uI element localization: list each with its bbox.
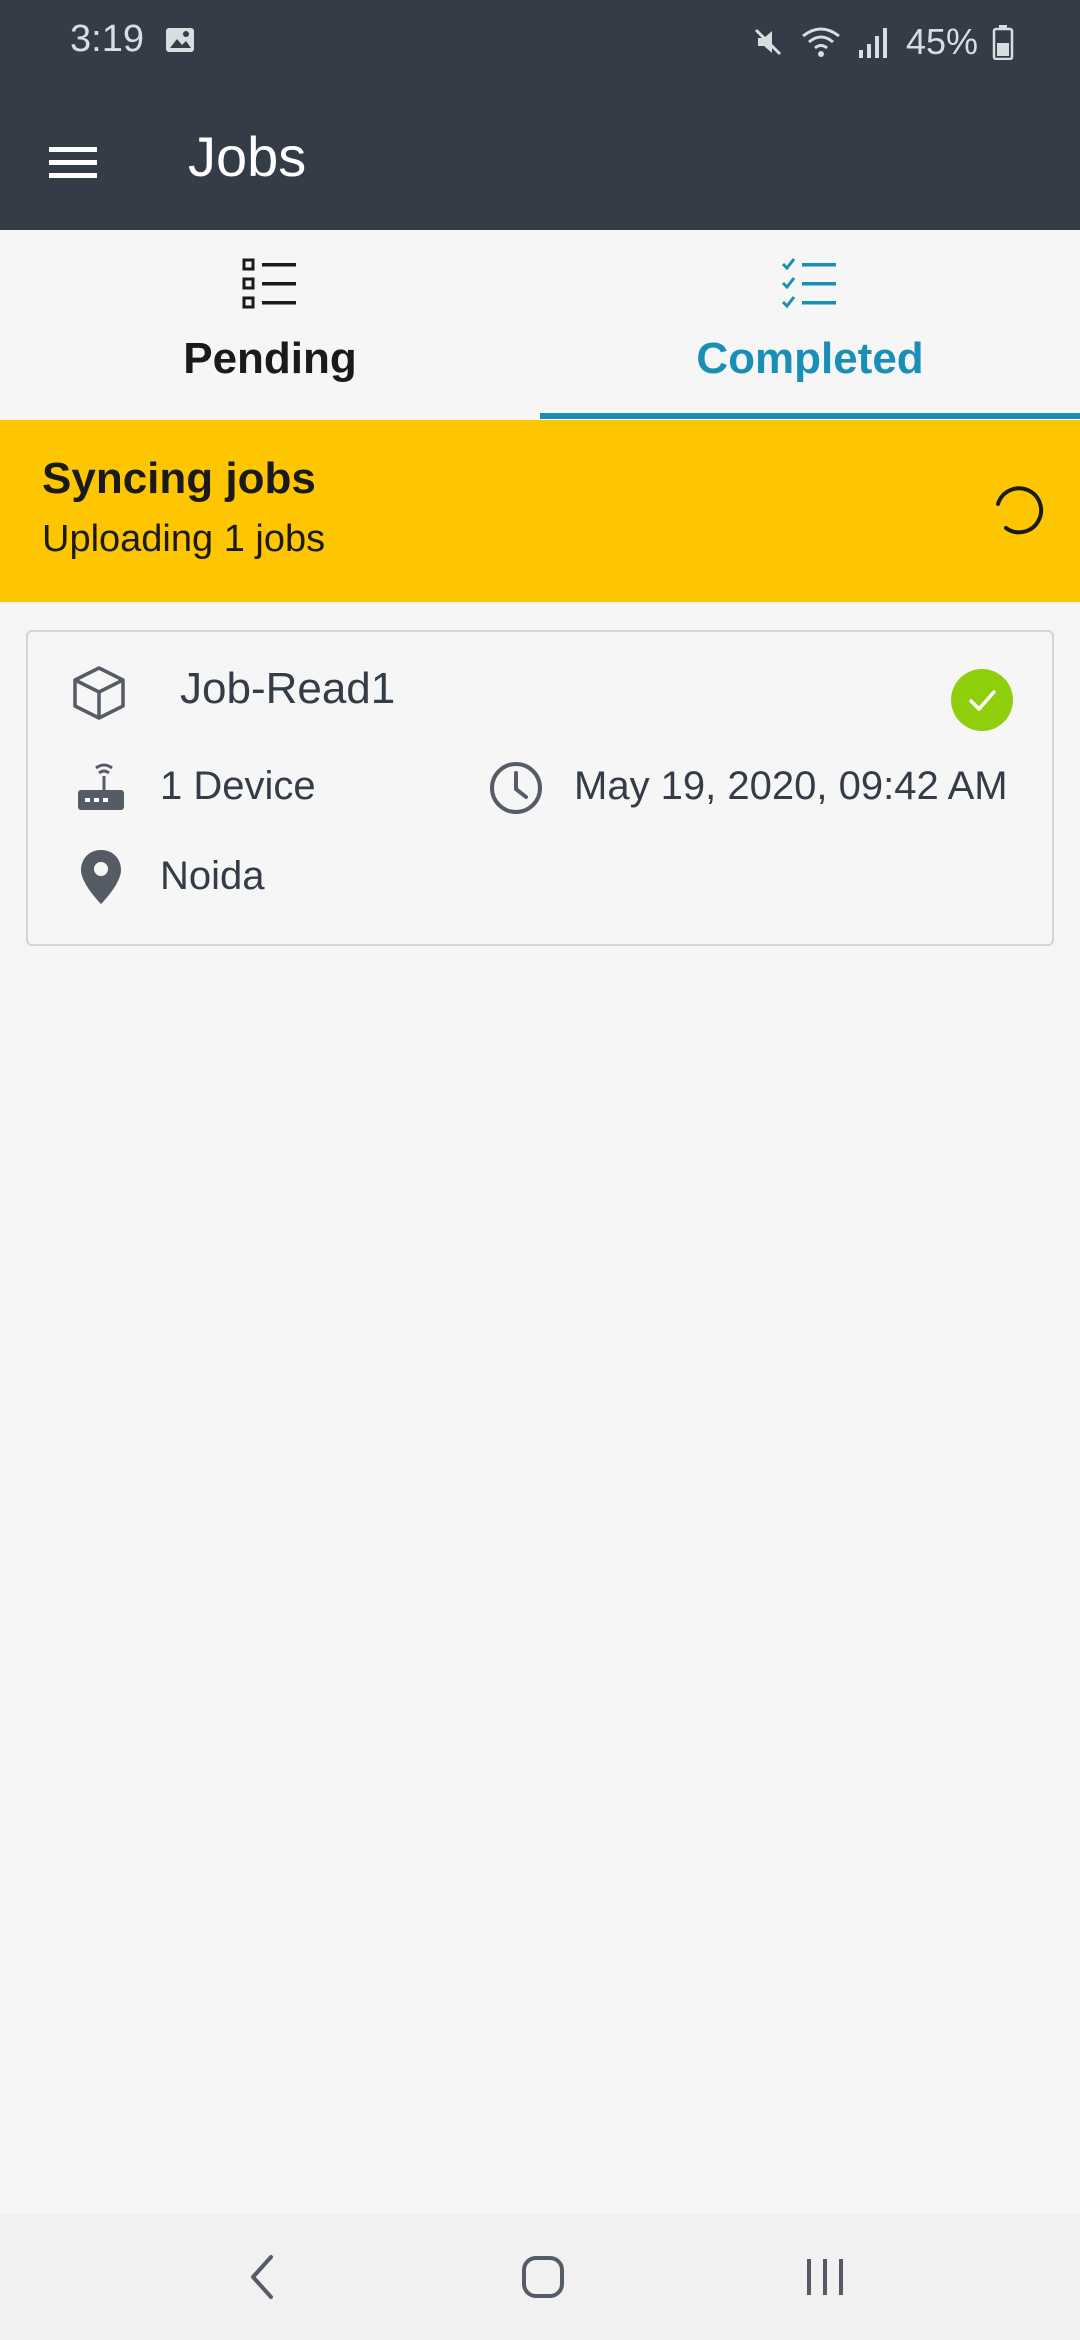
signal-icon: [858, 28, 887, 58]
tab-completed[interactable]: Completed: [540, 230, 1080, 420]
location-pin-icon: [81, 850, 121, 904]
job-datetime: May 19, 2020, 09:42 AM: [574, 764, 1008, 808]
status-icons: 45%: [750, 20, 1014, 64]
app-bar: Jobs: [0, 84, 1080, 230]
sync-subtitle: Uploading 1 jobs: [42, 518, 326, 560]
sync-title: Syncing jobs: [42, 454, 316, 503]
page-title: Jobs: [188, 125, 307, 188]
status-bar: 3:19 45%: [0, 0, 1080, 84]
job-location: Noida: [160, 854, 265, 898]
wifi-icon: [802, 27, 840, 57]
router-icon: [78, 763, 124, 810]
hamburger-menu-icon: [49, 147, 97, 178]
clock-icon: [490, 762, 542, 814]
recents-button[interactable]: [790, 2244, 860, 2310]
recents-icon: [807, 2259, 843, 2295]
loading-spinner-icon: [996, 486, 1044, 535]
job-device-count: 1 Device: [160, 764, 316, 808]
checklist-icon: [781, 258, 836, 309]
battery-icon: [992, 25, 1014, 60]
sync-banner: Syncing jobs Uploading 1 jobs: [0, 420, 1080, 602]
back-button[interactable]: [228, 2244, 298, 2310]
tab-pending-label: Pending: [183, 334, 357, 383]
system-nav-bar: [0, 2214, 1080, 2340]
job-name: Job-Read1: [180, 664, 396, 713]
completed-check-icon: [951, 669, 1013, 731]
tab-bar: Pending Completed: [0, 230, 1080, 420]
mute-icon: [754, 28, 781, 56]
list-icon: [242, 258, 296, 309]
tab-pending[interactable]: Pending: [0, 230, 540, 420]
battery-percent: 45%: [905, 21, 978, 62]
tab-completed-label: Completed: [696, 334, 924, 383]
status-time: 3:19: [70, 18, 144, 60]
selected-tab-indicator: [540, 413, 1080, 419]
home-button[interactable]: [508, 2244, 578, 2310]
package-icon: [73, 666, 125, 720]
back-icon: [251, 2255, 273, 2299]
menu-button[interactable]: [30, 120, 116, 206]
home-icon: [522, 2256, 564, 2298]
job-card[interactable]: Job-Read1 1 Device May 19, 2020, 09:42 A…: [26, 630, 1054, 946]
gallery-icon: [166, 28, 194, 52]
